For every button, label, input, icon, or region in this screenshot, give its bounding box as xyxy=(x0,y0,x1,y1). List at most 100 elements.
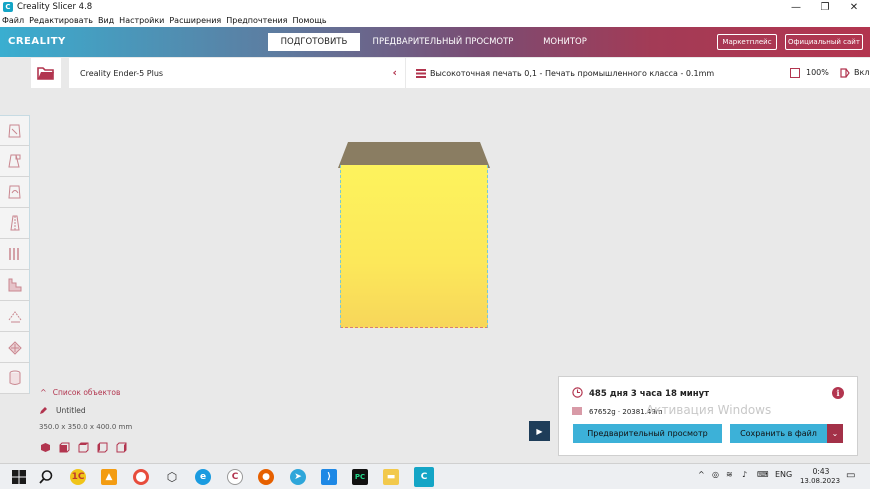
clock-icon xyxy=(572,387,583,398)
minimize-button[interactable]: — xyxy=(782,0,810,14)
info-icon[interactable]: i xyxy=(832,387,844,399)
support-value: Вкл xyxy=(854,68,870,77)
tool-rotate[interactable] xyxy=(0,177,30,208)
custom-support-icon xyxy=(7,341,22,355)
tab-prepare[interactable]: ПОДГОТОВИТЬ xyxy=(268,33,360,51)
telegram-icon[interactable]: ➤ xyxy=(290,469,306,485)
menu-file[interactable]: Файл xyxy=(2,16,24,25)
keyboard-icon[interactable]: ⌨ xyxy=(757,470,769,479)
menu-bar: Файл Редактировать Вид Настройки Расшире… xyxy=(0,14,870,27)
wifi-icon[interactable]: ≋ xyxy=(726,470,733,479)
tool-cylinder[interactable] xyxy=(0,363,30,394)
move-icon xyxy=(7,124,21,137)
windows-taskbar: 1С ▲ ⬡ e C ● ➤ ⟩ PC ▬ C ^ ◎ ≋ ♪ ⌨ ENG 0:… xyxy=(0,463,870,489)
chevron-down-icon[interactable]: ⌄ xyxy=(827,424,843,443)
print-time: 485 дня 3 часа 18 минут xyxy=(589,389,710,399)
save-to-file-button[interactable]: Сохранить в файл xyxy=(730,424,827,443)
tool-move[interactable] xyxy=(0,115,30,146)
left-view-icon[interactable] xyxy=(97,442,108,453)
title-bar: C Creality Slicer 4.8 — ❐ ✕ xyxy=(0,0,870,14)
printer-name: Creality Ender-5 Plus xyxy=(80,68,164,78)
creality-slicer-taskbar-icon[interactable]: C xyxy=(414,467,434,487)
profile-name: Высокоточная печать 0,1 - Печать промышл… xyxy=(430,68,715,78)
vscode-icon[interactable]: ⟩ xyxy=(321,469,337,485)
tool-support-blocker[interactable] xyxy=(0,270,30,301)
cylinder-icon xyxy=(9,370,20,385)
view-orientation-icons xyxy=(40,442,135,453)
menu-settings[interactable]: Настройки xyxy=(119,16,164,25)
preview-button[interactable]: Предварительный просмотр xyxy=(573,424,722,443)
object-list-title: Список объектов xyxy=(52,388,121,397)
search-icon[interactable] xyxy=(38,469,54,485)
chevron-up-icon: ^ xyxy=(40,388,47,397)
left-toolbar xyxy=(0,115,30,394)
top-view-icon[interactable] xyxy=(78,442,89,453)
chevron-left-icon[interactable]: ‹ xyxy=(392,66,397,79)
print-settings-selector[interactable]: Высокоточная печать 0,1 - Печать промышл… xyxy=(406,58,870,88)
clock-time[interactable]: 0:43 xyxy=(806,467,836,476)
app-store-icon[interactable]: ▲ xyxy=(101,469,117,485)
stage-header: CREALITY ПОДГОТОВИТЬ ПРЕДВАРИТЕЛЬНЫЙ ПРО… xyxy=(0,27,870,57)
creality-logo: CREALITY xyxy=(8,36,66,47)
file-explorer-icon[interactable]: ▬ xyxy=(383,469,399,485)
menu-edit[interactable]: Редактировать xyxy=(29,16,93,25)
window-title: Creality Slicer 4.8 xyxy=(17,2,93,12)
tool-custom-supports[interactable] xyxy=(0,332,30,363)
printer-selector[interactable]: Creality Ender-5 Plus ‹ xyxy=(69,58,405,88)
mirror-icon xyxy=(9,215,20,231)
pycharm-icon[interactable]: PC xyxy=(352,469,368,485)
play-icon: ▶ xyxy=(536,426,543,436)
box-app-icon[interactable]: ⬡ xyxy=(164,469,180,485)
rotate-icon xyxy=(7,185,21,199)
volume-icon[interactable]: ♪ xyxy=(742,470,747,479)
scale-icon xyxy=(7,154,20,168)
tool-mirror[interactable] xyxy=(0,208,30,239)
1c-app-icon[interactable]: 1С xyxy=(70,469,86,485)
slice-play-button[interactable]: ▶ xyxy=(529,421,550,441)
infill-icon xyxy=(790,68,800,78)
network-icon[interactable]: ◎ xyxy=(712,470,719,479)
tool-scale[interactable] xyxy=(0,146,30,177)
chrome-icon[interactable] xyxy=(133,469,149,485)
3d-view-icon[interactable] xyxy=(40,442,51,453)
maximize-button[interactable]: ❐ xyxy=(811,0,839,14)
print-job-panel: 485 дня 3 часа 18 минут i 67652g · 20381… xyxy=(558,376,858,456)
creality-app-icon[interactable]: C xyxy=(227,469,243,485)
notifications-icon[interactable]: ▭ xyxy=(846,470,855,481)
firefox-icon[interactable]: ● xyxy=(258,469,274,485)
model-cube[interactable] xyxy=(340,165,488,328)
folder-icon xyxy=(37,67,54,80)
paint-icon xyxy=(8,311,21,323)
right-view-icon[interactable] xyxy=(116,442,127,453)
filament-icon xyxy=(572,407,582,415)
language-indicator[interactable]: ENG xyxy=(775,470,792,479)
profile-icon xyxy=(416,68,426,78)
open-file-button[interactable] xyxy=(31,58,61,88)
toolbar: Creality Ender-5 Plus ‹ Высокоточная печ… xyxy=(0,57,870,89)
tool-paint[interactable] xyxy=(0,301,30,332)
tool-per-model-settings[interactable] xyxy=(0,239,30,270)
menu-preferences[interactable]: Предпочтения xyxy=(226,16,287,25)
tab-monitor[interactable]: МОНИТОР xyxy=(525,33,605,51)
chevron-up-icon[interactable]: ^ xyxy=(698,470,705,479)
windows-activation-watermark: Активация Windows xyxy=(646,403,772,417)
close-button[interactable]: ✕ xyxy=(840,0,868,14)
menu-extensions[interactable]: Расширения xyxy=(169,16,221,25)
object-name: Untitled xyxy=(56,406,86,415)
clock-date[interactable]: 13.08.2023 xyxy=(795,477,845,485)
object-dimensions: 350.0 x 350.0 x 400.0 mm xyxy=(39,423,133,431)
object-list-toggle[interactable]: ^ Список объектов xyxy=(40,388,120,397)
official-site-button[interactable]: Официальный сайт xyxy=(785,34,863,50)
marketplace-button[interactable]: Маркетплейс xyxy=(717,34,777,50)
front-view-icon[interactable] xyxy=(59,442,70,453)
pencil-icon xyxy=(40,407,47,414)
per-model-icon xyxy=(8,248,19,260)
object-list-item[interactable]: Untitled xyxy=(39,406,86,415)
support-icon xyxy=(840,68,850,78)
tab-preview[interactable]: ПРЕДВАРИТЕЛЬНЫЙ ПРОСМОТР xyxy=(368,33,518,51)
edge-icon[interactable]: e xyxy=(195,469,211,485)
windows-start-icon[interactable] xyxy=(11,469,27,485)
menu-help[interactable]: Помощь xyxy=(292,16,326,25)
app-icon: C xyxy=(3,2,13,12)
menu-view[interactable]: Вид xyxy=(98,16,114,25)
